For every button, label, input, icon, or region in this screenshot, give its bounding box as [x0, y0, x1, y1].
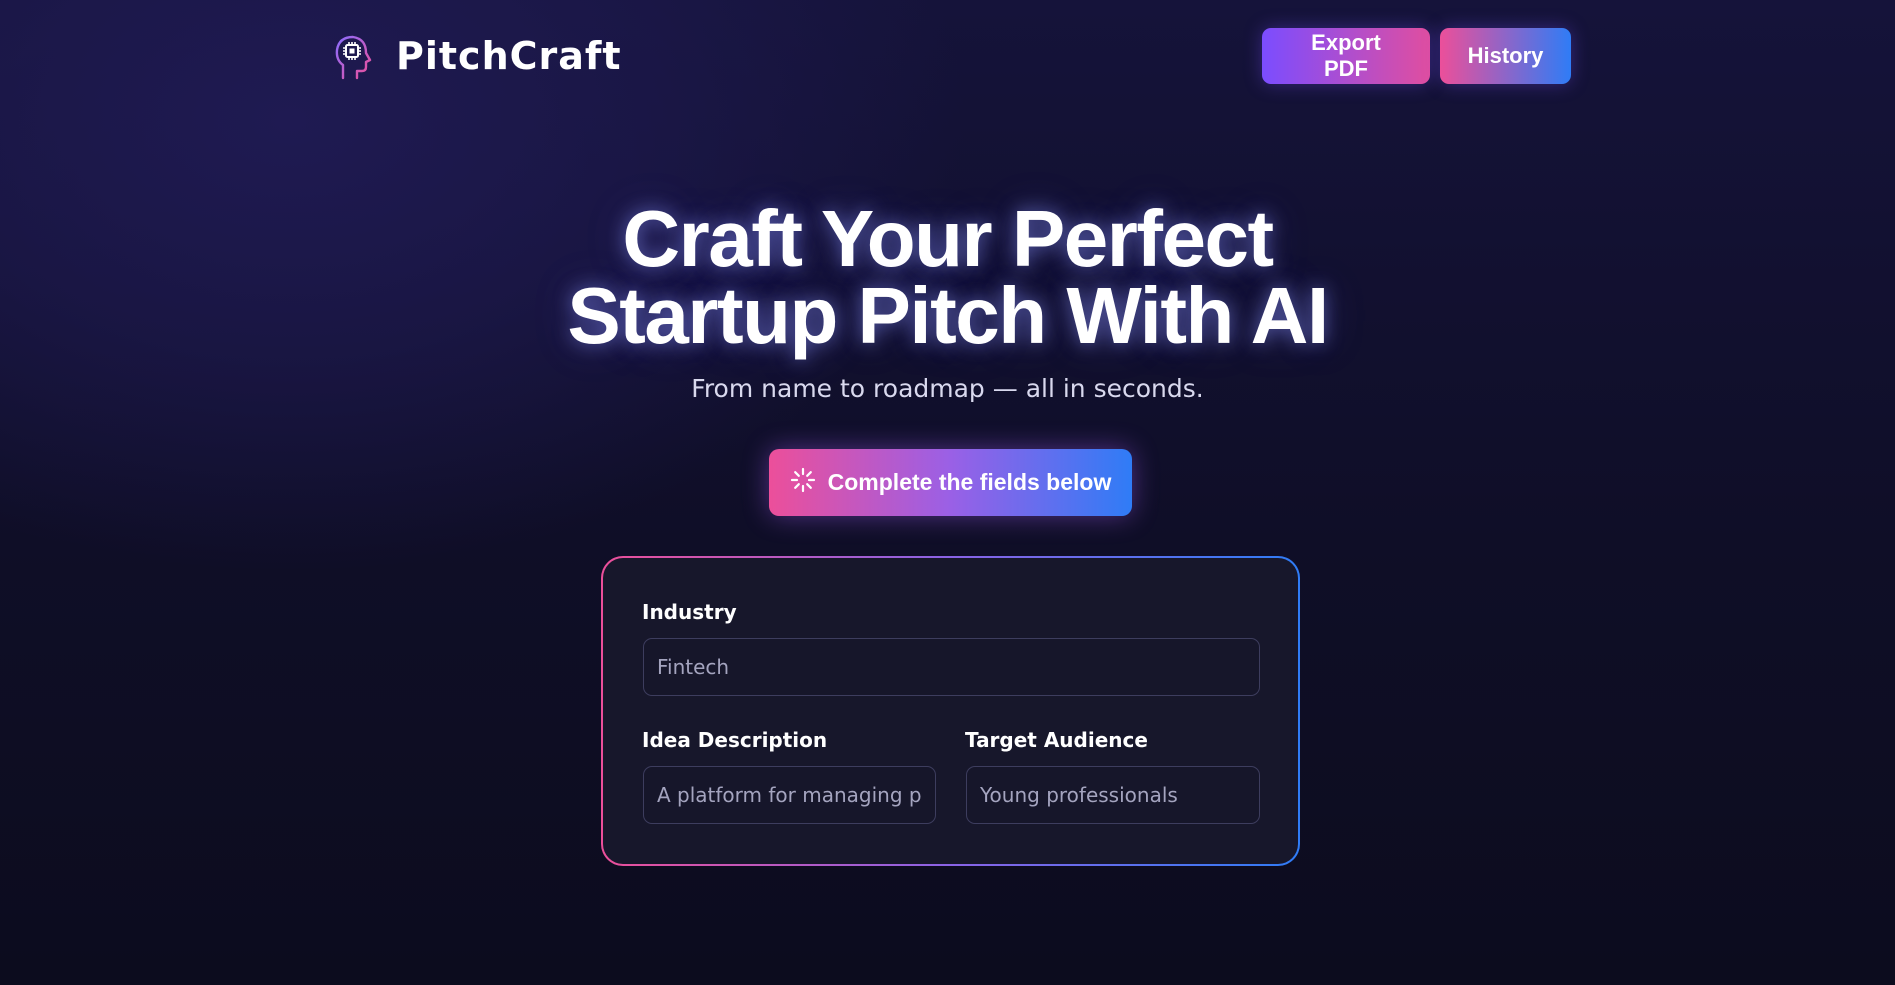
hero-title-line-1: Craft Your Perfect	[622, 194, 1274, 283]
target-audience-label: Target Audience	[965, 728, 1148, 752]
top-header: PitchCraft Export PDF History	[0, 0, 1895, 112]
export-pdf-button[interactable]: Export PDF	[1262, 28, 1430, 84]
history-button[interactable]: History	[1440, 28, 1571, 84]
idea-description-input[interactable]	[643, 766, 936, 824]
hero-subtitle: From name to roadmap — all in seconds.	[691, 374, 1204, 403]
hero-title: Craft Your Perfect Startup Pitch With AI	[0, 194, 1895, 360]
hero-title-line-2: Startup Pitch With AI	[567, 271, 1329, 360]
target-audience-input[interactable]	[966, 766, 1260, 824]
generate-pitch-label: Complete the fields below	[827, 469, 1112, 495]
generate-pitch-button[interactable]: Complete the fields below	[769, 449, 1132, 516]
app-name: PitchCraft	[396, 34, 622, 78]
industry-input[interactable]	[643, 638, 1260, 696]
header-actions: Export PDF History	[1262, 28, 1571, 84]
pitch-form-card: Industry Idea Description Target Audienc…	[601, 556, 1300, 866]
brand-logo[interactable]: PitchCraft	[330, 28, 622, 84]
idea-description-label: Idea Description	[642, 728, 828, 752]
ai-head-chip-icon	[330, 30, 378, 82]
industry-label: Industry	[642, 600, 737, 624]
loading-spinner-icon	[790, 467, 816, 499]
